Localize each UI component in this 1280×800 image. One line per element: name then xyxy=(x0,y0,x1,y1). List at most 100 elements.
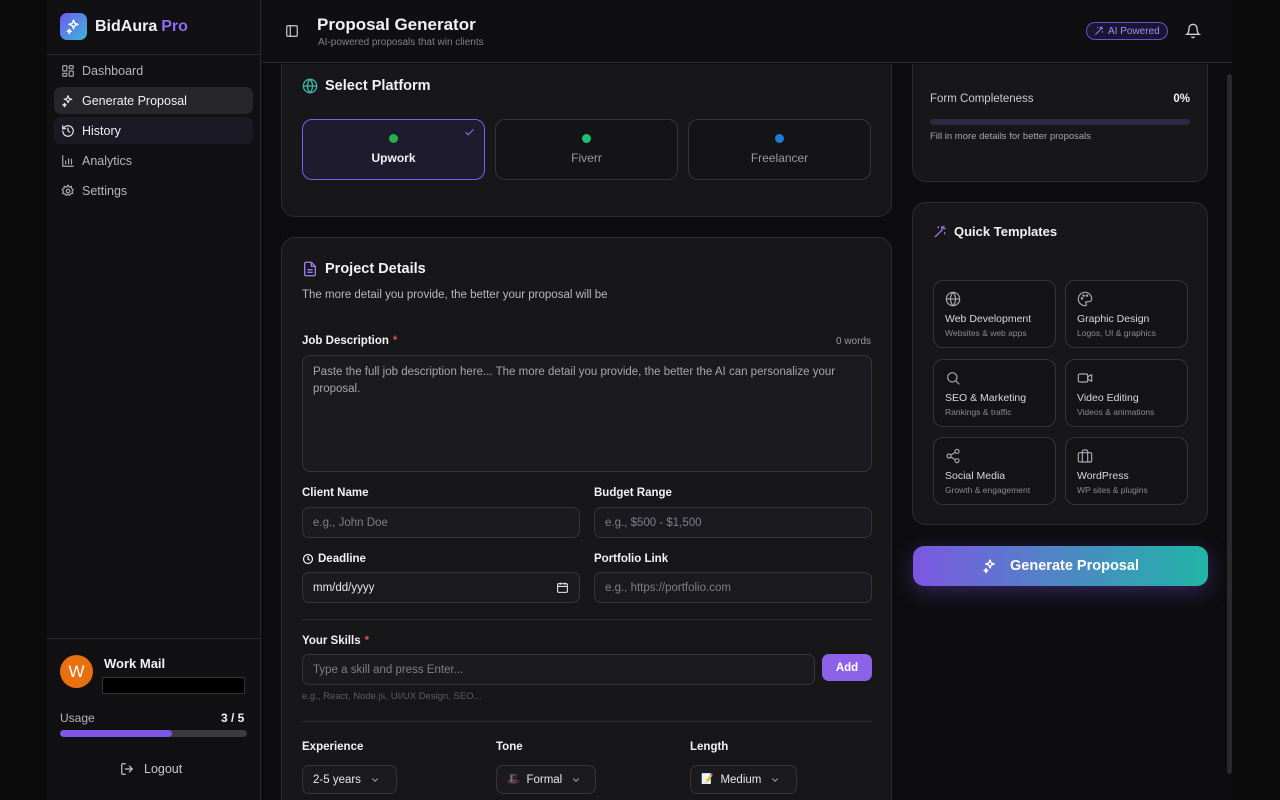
client-name-input[interactable]: e.g., John Doe xyxy=(302,507,580,538)
experience-select[interactable]: 2-5 years xyxy=(302,765,397,794)
sidebar-item-label: Generate Proposal xyxy=(82,93,187,108)
form-completeness-card: Form Completeness 0% Fill in more detail… xyxy=(912,64,1208,182)
sparkles-icon xyxy=(982,558,998,574)
project-details-card: Project Details The more detail you prov… xyxy=(281,237,892,800)
field-label-text: Length xyxy=(690,741,729,753)
platform-option-fiverr[interactable]: Fiverr xyxy=(495,119,678,180)
tone-select[interactable]: 🎩 Formal xyxy=(496,765,596,794)
sparkles-icon xyxy=(61,94,75,108)
magic-wand-icon xyxy=(1094,26,1104,36)
logout-icon xyxy=(120,762,134,776)
field-label-text: Client Name xyxy=(302,487,369,499)
briefcase-icon xyxy=(1077,448,1176,464)
select-value: Formal xyxy=(526,773,563,786)
platform-option-freelancer[interactable]: Freelancer xyxy=(688,119,871,180)
client-name-label: Client Name xyxy=(302,487,368,499)
field-label-text: Your Skills xyxy=(302,635,361,647)
template-graphic-design[interactable]: Graphic Design Logos, UI & graphics xyxy=(1065,280,1188,348)
sidebar-item-generate-proposal[interactable]: Generate Proposal xyxy=(54,87,253,114)
section-description: The more detail you provide, the better … xyxy=(302,289,608,301)
history-icon xyxy=(61,124,75,138)
experience-label: Experience xyxy=(302,741,363,753)
portfolio-link-input[interactable]: e.g., https://portfolio.com xyxy=(594,572,872,603)
template-web-development[interactable]: Web Development Websites & web apps xyxy=(933,280,1056,348)
calendar-icon[interactable] xyxy=(556,581,569,594)
section-title: Quick Templates xyxy=(933,224,1057,239)
field-label-text: Portfolio Link xyxy=(594,553,669,565)
template-seo-marketing[interactable]: SEO & Marketing Rankings & traffic xyxy=(933,359,1056,427)
field-label-text: Deadline xyxy=(318,553,366,565)
avatar[interactable]: W xyxy=(60,655,93,688)
tone-emoji-icon: 🎩 xyxy=(507,774,520,785)
usage-count: 3 / 5 xyxy=(221,711,245,725)
section-title-text: Quick Templates xyxy=(954,224,1058,239)
skill-input[interactable]: Type a skill and press Enter... xyxy=(302,654,815,685)
job-description-textarea[interactable]: Paste the full job description here... T… xyxy=(302,355,872,472)
date-value: mm/dd/yyyy xyxy=(313,581,375,594)
divider xyxy=(47,638,260,639)
deadline-date-input[interactable]: mm/dd/yyyy xyxy=(302,572,580,603)
job-description-label: Job Description * xyxy=(302,335,397,347)
template-title: WordPress xyxy=(1077,470,1129,482)
template-wordpress[interactable]: WordPress WP sites & plugins xyxy=(1065,437,1188,505)
bell-icon xyxy=(1185,23,1201,39)
page-title: Proposal Generator xyxy=(317,15,476,34)
template-subtitle: Logos, UI & graphics xyxy=(1077,328,1156,338)
divider xyxy=(302,619,872,620)
template-subtitle: Websites & web apps xyxy=(945,328,1027,338)
brand-logo-icon xyxy=(60,13,87,40)
usage-progress-bar xyxy=(60,730,247,737)
logout-button[interactable]: Logout xyxy=(120,762,182,776)
template-subtitle: WP sites & plugins xyxy=(1077,485,1148,495)
main-content: Select Platform Upwork Fiverr Freelancer… xyxy=(261,64,1232,800)
required-mark: * xyxy=(392,335,398,347)
sidebar-toggle-button[interactable] xyxy=(285,24,299,38)
usage-progress-fill xyxy=(60,730,173,737)
chevron-down-icon xyxy=(571,775,581,785)
logout-label: Logout xyxy=(144,762,183,776)
palette-icon xyxy=(1077,291,1176,307)
completeness-label: Form Completeness xyxy=(930,93,1034,105)
template-social-media[interactable]: Social Media Growth & engagement xyxy=(933,437,1056,505)
select-value: Medium xyxy=(720,773,762,786)
globe-icon xyxy=(945,291,1044,307)
length-emoji-icon: 📝 xyxy=(701,774,714,785)
generate-button-label: Generate Proposal xyxy=(1010,558,1139,574)
field-label-text: Job Description xyxy=(302,335,389,347)
template-video-editing[interactable]: Video Editing Videos & animations xyxy=(1065,359,1188,427)
check-icon xyxy=(464,127,475,138)
length-select[interactable]: 📝 Medium xyxy=(690,765,797,794)
sidebar-item-analytics[interactable]: Analytics xyxy=(54,147,253,174)
notifications-button[interactable] xyxy=(1185,23,1201,39)
globe-icon xyxy=(302,78,318,94)
left-gutter xyxy=(0,0,47,800)
deadline-label: Deadline xyxy=(302,553,366,565)
sidebar: BidAura Pro Dashboard Generate Proposal … xyxy=(47,0,261,800)
sidebar-item-history[interactable]: History xyxy=(54,117,253,144)
generate-proposal-button[interactable]: Generate Proposal xyxy=(913,546,1208,586)
sidebar-item-settings[interactable]: Settings xyxy=(54,177,253,204)
platform-option-upwork[interactable]: Upwork xyxy=(302,119,485,180)
dashboard-icon xyxy=(61,64,75,78)
brand[interactable]: BidAura Pro xyxy=(60,13,188,40)
field-label-text: Tone xyxy=(496,741,523,753)
clock-icon xyxy=(302,553,314,565)
template-title: Social Media xyxy=(945,470,1006,482)
budget-range-input[interactable]: e.g., $500 - $1,500 xyxy=(594,507,872,538)
template-title: SEO & Marketing xyxy=(945,392,1027,404)
platform-label: Freelancer xyxy=(750,151,809,165)
tone-label: Tone xyxy=(496,741,523,753)
required-mark: * xyxy=(364,635,370,647)
main-scrollbar[interactable] xyxy=(1227,74,1232,774)
select-platform-card: Select Platform Upwork Fiverr Freelancer xyxy=(281,64,892,217)
usage-label: Usage xyxy=(60,711,95,725)
share-icon xyxy=(945,448,1044,464)
sidebar-item-dashboard[interactable]: Dashboard xyxy=(54,57,253,84)
add-skill-button[interactable]: Add xyxy=(822,654,872,681)
completeness-hint: Fill in more details for better proposal… xyxy=(930,131,1092,142)
section-title: Select Platform xyxy=(302,78,431,94)
chart-icon xyxy=(61,154,75,168)
panel-toggle-icon xyxy=(285,24,299,38)
platform-color-dot xyxy=(389,134,398,143)
sidebar-item-label: History xyxy=(82,123,121,138)
